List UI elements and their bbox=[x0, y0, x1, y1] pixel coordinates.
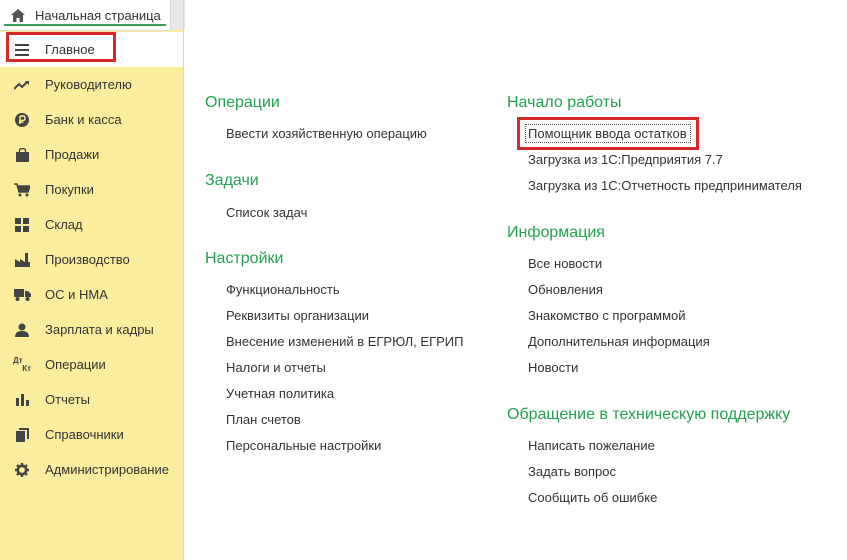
sidebar-item-production[interactable]: Производство bbox=[0, 242, 183, 277]
credit-glyph: Кт bbox=[22, 363, 31, 373]
sidebar-item-label: Зарплата и кадры bbox=[45, 322, 154, 337]
home-tab[interactable]: Начальная страница bbox=[0, 0, 170, 31]
cart-icon bbox=[13, 181, 31, 199]
home-tab-label: Начальная страница bbox=[35, 7, 161, 23]
home-tab-underline bbox=[4, 24, 166, 26]
sidebar-item-label: Справочники bbox=[45, 427, 124, 442]
link-import-77[interactable]: Загрузка из 1С:Предприятия 7.7 bbox=[528, 152, 723, 167]
link-ask-question[interactable]: Задать вопрос bbox=[528, 464, 616, 479]
sidebar-item-assets[interactable]: ОС и НМА bbox=[0, 277, 183, 312]
menu-icon bbox=[13, 41, 31, 59]
sidebar-item-label: ОС и НМА bbox=[45, 287, 108, 302]
ruble-icon bbox=[13, 111, 31, 129]
home-icon bbox=[10, 7, 26, 23]
link-egrul-changes[interactable]: Внесение изменений в ЕГРЮЛ, ЕГРИП bbox=[226, 334, 463, 349]
section-title-start: Начало работы bbox=[507, 94, 622, 111]
link-import-entrepreneur[interactable]: Загрузка из 1С:Отчетность предпринимател… bbox=[528, 178, 802, 193]
link-personal-settings[interactable]: Персональные настройки bbox=[226, 438, 381, 453]
link-chart-of-accounts[interactable]: План счетов bbox=[226, 412, 301, 427]
sidebar-item-operations[interactable]: Дт Кт Операции bbox=[0, 347, 183, 382]
sidebar-item-purchases[interactable]: Покупки bbox=[0, 172, 183, 207]
link-news[interactable]: Новости bbox=[528, 360, 578, 375]
sidebar: Начальная страница Главное Руководителю … bbox=[0, 0, 183, 560]
trend-icon bbox=[13, 76, 31, 94]
sidebar-item-references[interactable]: Справочники bbox=[0, 417, 183, 452]
section-title-tasks: Задачи bbox=[205, 172, 259, 189]
gear-icon bbox=[13, 461, 31, 479]
sidebar-item-sales[interactable]: Продажи bbox=[0, 137, 183, 172]
warehouse-icon bbox=[13, 216, 31, 234]
link-all-news[interactable]: Все новости bbox=[528, 256, 602, 271]
section-title-info: Информация bbox=[507, 224, 605, 241]
section-title-support: Обращение в техническую поддержку bbox=[507, 406, 791, 423]
link-functionality[interactable]: Функциональность bbox=[226, 282, 340, 297]
person-icon bbox=[13, 321, 31, 339]
section-title-operations: Операции bbox=[205, 94, 280, 111]
debit-credit-icon: Дт Кт bbox=[13, 356, 31, 374]
link-write-wish[interactable]: Написать пожелание bbox=[528, 438, 655, 453]
sidebar-item-label: Руководителю bbox=[45, 77, 132, 92]
sidebar-item-label: Покупки bbox=[45, 182, 94, 197]
factory-icon bbox=[13, 251, 31, 269]
sidebar-item-admin[interactable]: Администрирование bbox=[0, 452, 183, 487]
section-title-settings: Настройки bbox=[205, 250, 284, 267]
bar-chart-icon bbox=[13, 391, 31, 409]
sidebar-item-label: Администрирование bbox=[45, 462, 169, 477]
sidebar-item-warehouse[interactable]: Склад bbox=[0, 207, 183, 242]
sidebar-item-label: Отчеты bbox=[45, 392, 90, 407]
sidebar-divider bbox=[183, 0, 184, 560]
link-enter-operation[interactable]: Ввести хозяйственную операцию bbox=[226, 126, 427, 141]
link-updates[interactable]: Обновления bbox=[528, 282, 603, 297]
sidebar-item-label: Склад bbox=[45, 217, 83, 232]
link-additional-info[interactable]: Дополнительная информация bbox=[528, 334, 710, 349]
link-accounting-policy[interactable]: Учетная политика bbox=[226, 386, 334, 401]
link-taxes-reports[interactable]: Налоги и отчеты bbox=[226, 360, 326, 375]
link-balance-assistant[interactable]: Помощник ввода остатков bbox=[528, 126, 687, 141]
books-icon bbox=[13, 426, 31, 444]
link-report-error[interactable]: Сообщить об ошибке bbox=[528, 490, 657, 505]
sidebar-item-label: Продажи bbox=[45, 147, 100, 162]
sidebar-item-label: Банк и касса bbox=[45, 112, 122, 127]
sidebar-item-reports[interactable]: Отчеты bbox=[0, 382, 183, 417]
link-task-list[interactable]: Список задач bbox=[226, 205, 307, 220]
truck-icon bbox=[13, 286, 31, 304]
link-intro[interactable]: Знакомство с программой bbox=[528, 308, 686, 323]
sidebar-item-payroll[interactable]: Зарплата и кадры bbox=[0, 312, 183, 347]
sidebar-item-bank[interactable]: Банк и касса bbox=[0, 102, 183, 137]
sidebar-item-label: Операции bbox=[45, 357, 106, 372]
sidebar-item-label: Главное bbox=[45, 42, 95, 57]
sidebar-item-manager[interactable]: Руководителю bbox=[0, 67, 183, 102]
sidebar-item-label: Производство bbox=[45, 252, 130, 267]
bag-icon bbox=[13, 146, 31, 164]
link-org-details[interactable]: Реквизиты организации bbox=[226, 308, 369, 323]
debit-glyph: Дт bbox=[13, 355, 23, 365]
sidebar-item-main[interactable]: Главное bbox=[0, 32, 183, 67]
